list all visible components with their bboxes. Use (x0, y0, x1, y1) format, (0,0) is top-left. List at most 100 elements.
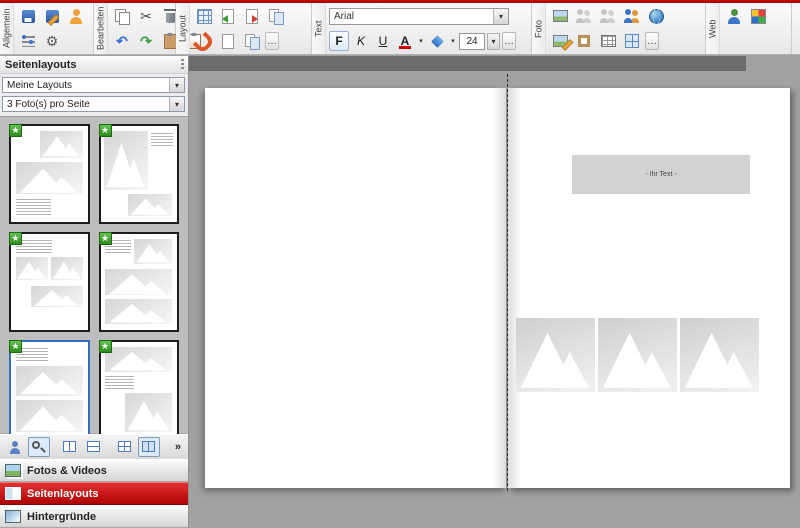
toolbar-group-label-web: Web (706, 3, 720, 54)
layout-more-button[interactable]: … (265, 32, 279, 50)
main-toolbar: Allgemein ⚙ Bearbeiten ✂ (0, 3, 800, 55)
layout-filled-icon[interactable] (138, 437, 160, 457)
underline-button[interactable]: U (373, 31, 393, 51)
book-page-left[interactable] (205, 88, 506, 488)
page-layouts-icon (5, 487, 21, 500)
thumb-photo-placeholder (134, 239, 172, 264)
rotate-page-icon[interactable] (217, 30, 239, 52)
layout-mixed-icon[interactable] (114, 437, 136, 457)
mountains-placeholder-icon (598, 318, 677, 392)
duplicate-page-icon[interactable] (265, 5, 287, 27)
web-services-icon[interactable] (747, 5, 769, 27)
thumb-photo-placeholder (16, 366, 83, 396)
photo-placeholder-2[interactable] (598, 318, 677, 392)
photo-placeholder-strip (516, 318, 759, 392)
foto-more-button[interactable]: … (645, 32, 659, 50)
photo-collage-icon[interactable] (621, 30, 643, 52)
grid-toggle-icon[interactable] (193, 5, 215, 27)
faces-disabled-icon[interactable] (573, 5, 595, 27)
layout-thumbnail[interactable]: ★ (99, 124, 180, 224)
dropdown-arrow-icon[interactable]: ▾ (493, 9, 508, 24)
web-photos-globe-icon[interactable] (645, 5, 667, 27)
panel-grip-handle[interactable] (181, 59, 184, 71)
add-photo-icon[interactable] (549, 5, 571, 27)
redo-icon[interactable]: ↷ (135, 30, 157, 52)
dropdown-arrow-icon[interactable]: ▾ (169, 97, 184, 111)
toolbar-group-web: Web (706, 3, 792, 54)
cut-scissors-icon[interactable]: ✂ (135, 5, 157, 27)
copy-icon[interactable] (111, 5, 133, 27)
sidebar-nav-seitenlayouts[interactable]: Seitenlayouts (0, 482, 188, 505)
layout-thumbnail[interactable]: ★ (9, 232, 90, 332)
sidebar-nav: Fotos & Videos Seitenlayouts Hintergründ… (0, 459, 188, 528)
mountains-placeholder-icon (680, 318, 759, 392)
sidebar-nav-fotos-videos[interactable]: Fotos & Videos (0, 459, 188, 482)
assistant-icon[interactable] (65, 5, 87, 27)
italic-button[interactable]: K (351, 31, 371, 51)
font-family-select[interactable]: Arial ▾ (329, 8, 509, 25)
undo-icon[interactable]: ↶ (111, 30, 133, 52)
font-size-dropdown-icon[interactable]: ▾ (487, 33, 500, 50)
people-disabled-icon[interactable] (597, 5, 619, 27)
book-page-right[interactable]: - Ihr Text - (508, 88, 790, 488)
web-account-icon[interactable] (723, 5, 745, 27)
fill-color-dropdown-icon[interactable]: ▾ (449, 37, 457, 45)
photo-placeholder-3[interactable] (680, 318, 759, 392)
thumb-photo-placeholder (104, 131, 148, 191)
toolbar-group-bearbeiten: Bearbeiten ✂ ↶ ↷ (94, 3, 176, 54)
thumb-text-placeholder (105, 376, 134, 389)
font-color-dropdown-icon[interactable]: ▾ (417, 37, 425, 45)
dropdown-arrow-icon[interactable]: ▾ (169, 78, 184, 92)
photo-placeholder-1[interactable] (516, 318, 595, 392)
font-color-button[interactable]: A (395, 31, 415, 51)
favorite-star-icon: ★ (9, 124, 22, 137)
text-placeholder-box[interactable]: - Ihr Text - (572, 155, 750, 194)
layout-thumbnail[interactable]: ★ (9, 124, 90, 224)
layout-thumbnail[interactable]: ★ (99, 232, 180, 332)
editor-canvas[interactable]: - Ihr Text - (189, 56, 800, 528)
nav-label-fotos-videos: Fotos & Videos (27, 465, 107, 477)
sidebar-nav-hintergruende[interactable]: Hintergründe (0, 505, 188, 528)
toolbar-group-label-text: Text (312, 3, 326, 54)
text-more-button[interactable]: … (502, 32, 516, 50)
move-page-left-icon[interactable] (217, 5, 239, 27)
layout-thumbnail[interactable]: ★ (9, 340, 90, 434)
save-icon[interactable] (17, 5, 39, 27)
preferences-icon[interactable] (17, 30, 39, 52)
toolbar-group-text: Text Arial ▾ F K U A ▾ ▾ 24 ▾ (312, 3, 532, 54)
save-as-icon[interactable] (41, 5, 63, 27)
layout-set-select[interactable]: Meine Layouts ▾ (2, 77, 185, 93)
edit-photo-icon[interactable] (549, 30, 571, 52)
thumb-photo-placeholder (31, 286, 83, 307)
expand-panel-button[interactable]: » (172, 441, 184, 453)
people-filter-icon[interactable] (4, 437, 26, 457)
settings-gear-icon[interactable]: ⚙ (41, 30, 63, 52)
bold-button[interactable]: F (329, 31, 349, 51)
photo-table-icon[interactable] (597, 30, 619, 52)
photo-frame-icon[interactable] (573, 30, 595, 52)
photos-videos-icon (5, 464, 21, 477)
move-page-right-icon[interactable] (241, 5, 263, 27)
nav-label-seitenlayouts: Seitenlayouts (27, 488, 99, 500)
font-family-value: Arial (334, 11, 354, 22)
photobook-editor-window: Allgemein ⚙ Bearbeiten ✂ (0, 0, 800, 528)
favorite-star-icon: ★ (99, 232, 112, 245)
layout-rows-icon[interactable] (83, 437, 105, 457)
fill-color-button[interactable] (427, 31, 447, 51)
layout-columns-icon[interactable] (59, 437, 81, 457)
thumb-photo-placeholder (128, 194, 172, 216)
thumb-photo-placeholder (105, 269, 172, 296)
font-size-value[interactable]: 24 (459, 33, 485, 50)
people-icon[interactable] (621, 5, 643, 27)
sidebar-title: Seitenlayouts (5, 59, 77, 71)
sidebar-panel: Seitenlayouts Meine Layouts ▾ 3 Foto(s) … (0, 56, 189, 528)
toolbar-group-foto: Foto … (532, 3, 706, 54)
layout-search-icon[interactable] (28, 437, 50, 457)
thumb-photo-placeholder (16, 162, 83, 195)
page-order-icon[interactable] (241, 30, 263, 52)
layout-filter-value: 3 Foto(s) pro Seite (7, 99, 90, 110)
layout-filter-select[interactable]: 3 Foto(s) pro Seite ▾ (2, 96, 185, 112)
nav-label-hintergruende: Hintergründe (27, 511, 96, 523)
snap-magnet-icon[interactable] (193, 30, 215, 52)
layout-thumbnail[interactable]: ★ (99, 340, 180, 434)
